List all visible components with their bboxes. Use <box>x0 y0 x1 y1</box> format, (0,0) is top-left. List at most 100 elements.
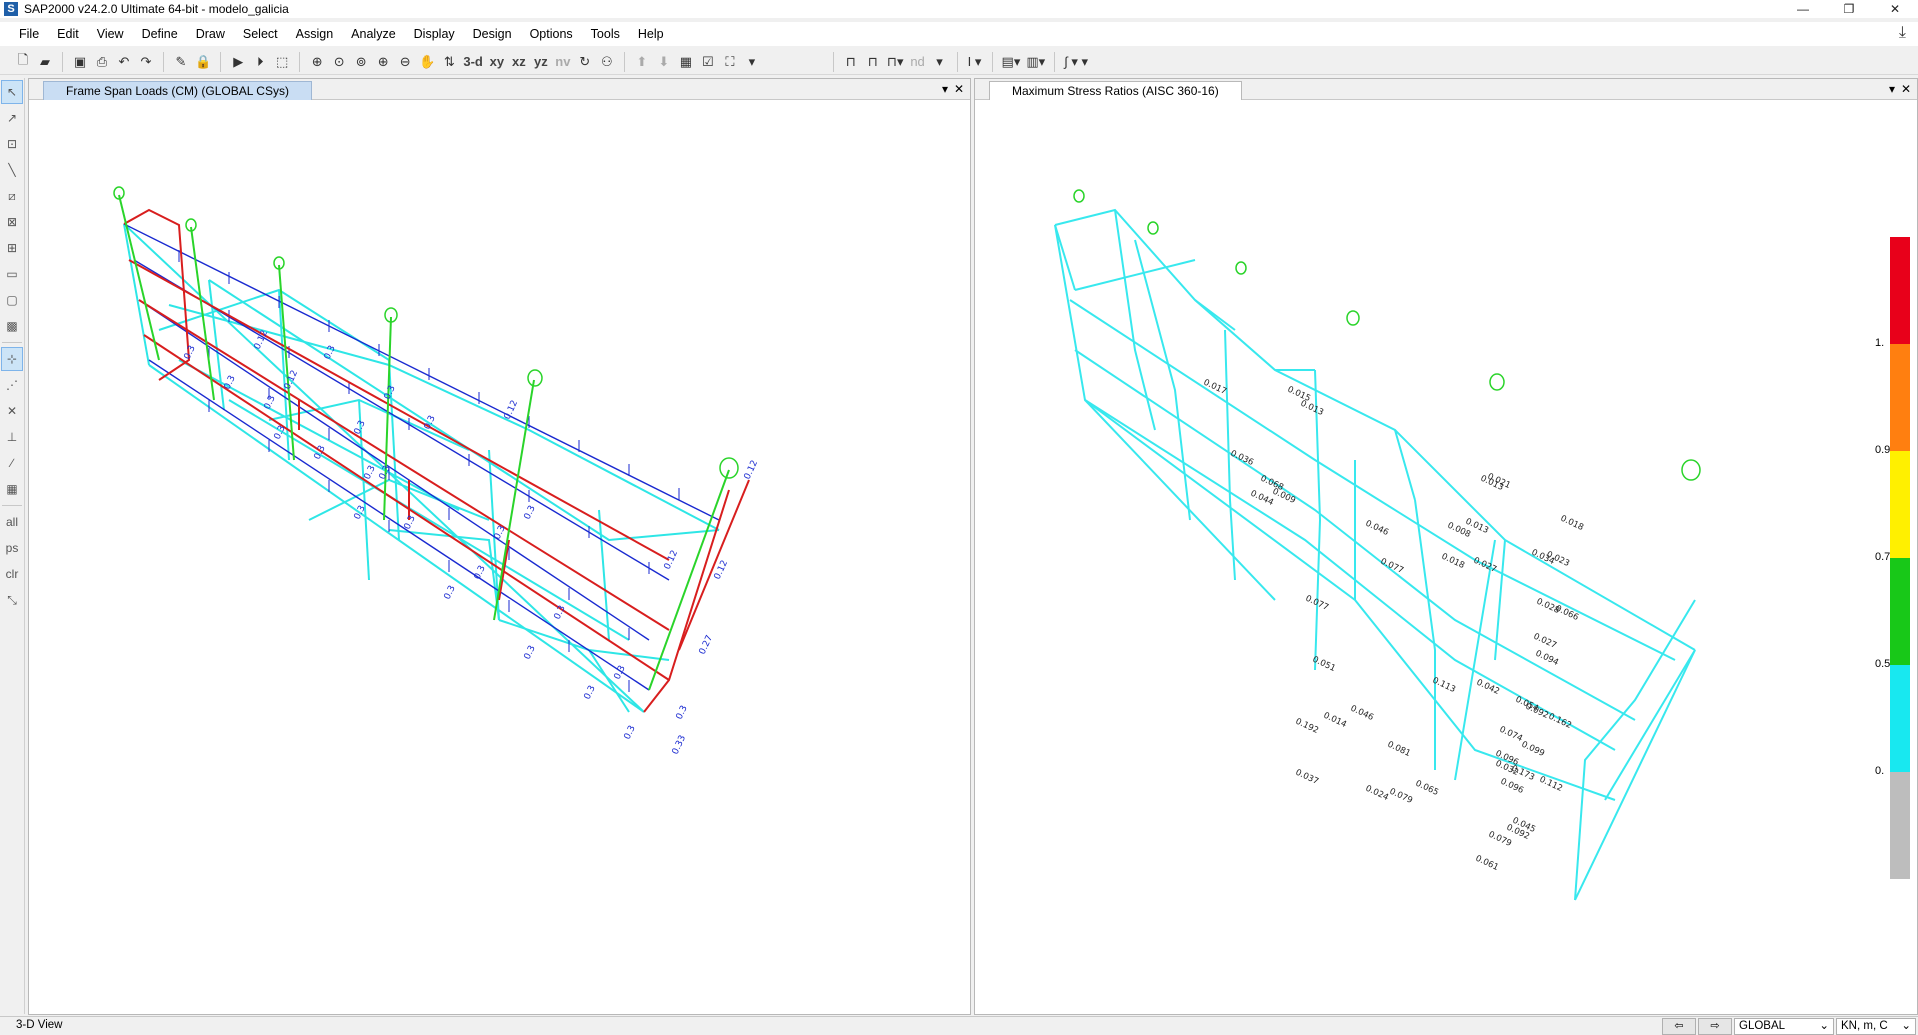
menu-display[interactable]: Display <box>405 23 464 45</box>
rotate-3d-icon[interactable]: ↻ <box>574 51 596 73</box>
draw-frame-icon[interactable]: ⊓ <box>840 51 862 73</box>
nd-dropdown-icon[interactable]: ▾ <box>929 51 951 73</box>
dropdown-arrow-icon[interactable]: ▾ <box>741 51 763 73</box>
zoom-rubber-band-icon[interactable]: ⊕ <box>306 51 328 73</box>
frame-span-loads-view[interactable]: 0.12 0.12 0.27 0.3 0.33 0.3 0.3 0.3 0.12 0.12 0.12… <box>29 100 970 1014</box>
view-xy-button[interactable]: xy <box>486 51 508 73</box>
select-all-icon[interactable]: all <box>1 510 23 534</box>
menu-options[interactable]: Options <box>521 23 582 45</box>
refresh-view-icon[interactable]: ⛶ <box>719 51 741 73</box>
zoom-window-icon[interactable]: ⬚ <box>271 51 293 73</box>
minimize-button[interactable]: — <box>1780 0 1826 18</box>
draw-area-icon[interactable]: ⧄ <box>1 184 23 208</box>
previous-select-icon[interactable]: ps <box>1 536 23 560</box>
snap-line-icon[interactable]: ∕ <box>1 451 23 475</box>
zoom-in-icon[interactable]: ⊕ <box>372 51 394 73</box>
snap-perpendicular-icon[interactable]: ⊥ <box>1 425 23 449</box>
stress-ratio-label: 0.099 <box>1520 740 1546 759</box>
right-pane-close-icon[interactable]: ✕ <box>1901 82 1911 96</box>
menu-define[interactable]: Define <box>133 23 187 45</box>
display-options-icon[interactable]: ▦ <box>675 51 697 73</box>
section-i-icon[interactable]: I ▾ <box>964 51 986 73</box>
view-yz-button[interactable]: yz <box>530 51 552 73</box>
right-pane-dropdown-icon[interactable]: ▾ <box>1889 82 1895 96</box>
draw-line-icon[interactable]: ╲ <box>1 158 23 182</box>
pencil-icon[interactable]: ✎ <box>170 51 192 73</box>
menu-select[interactable]: Select <box>234 23 287 45</box>
menu-file[interactable]: File <box>10 23 48 45</box>
table-icon[interactable]: ▤▾ <box>999 51 1024 73</box>
pan-icon[interactable]: ✋ <box>416 51 438 73</box>
zoom-previous-icon[interactable]: ⊚ <box>350 51 372 73</box>
close-window-button[interactable]: ✕ <box>1872 0 1918 18</box>
run-analysis-icon[interactable]: ▶ <box>227 51 249 73</box>
next-view-button[interactable]: ⇨ <box>1698 1017 1732 1035</box>
left-pane-close-icon[interactable]: ✕ <box>954 82 964 96</box>
pointer-icon[interactable]: ↖ <box>1 80 23 104</box>
undo-icon[interactable]: ↶ <box>113 51 135 73</box>
zoom-out-icon[interactable]: ⊖ <box>394 51 416 73</box>
draw-brace-icon[interactable]: ⊠ <box>1 210 23 234</box>
left-pane-dropdown-icon[interactable]: ▾ <box>942 82 948 96</box>
draw-poly-icon[interactable]: ▭ <box>1 262 23 286</box>
move-up-icon[interactable]: ⬆ <box>631 51 653 73</box>
deformed-shape-icon[interactable]: ∫ ▾ ▾ <box>1061 51 1091 73</box>
clear-select-icon[interactable]: clr <box>1 562 23 586</box>
check-icon[interactable]: ☑ <box>697 51 719 73</box>
reshape-icon[interactable]: ↗ <box>1 106 23 130</box>
view-3d-button[interactable]: 3-d <box>460 51 486 73</box>
menu-design[interactable]: Design <box>464 23 521 45</box>
menu-view[interactable]: View <box>88 23 133 45</box>
menu-edit[interactable]: Edit <box>48 23 88 45</box>
menu-assign[interactable]: Assign <box>287 23 343 45</box>
draw-beam-icon[interactable]: ⊓▾ <box>884 51 907 73</box>
stress-ratio-label: 0.074 <box>1498 725 1524 744</box>
snap-end-icon[interactable]: ⋰ <box>1 373 23 397</box>
menu-help[interactable]: Help <box>629 23 673 45</box>
perspective-icon[interactable]: ⚇ <box>596 51 618 73</box>
stress-ratio-label: 0.079 <box>1388 787 1414 806</box>
snap-intersection-icon[interactable]: ✕ <box>1 399 23 423</box>
menu-bar: File Edit View Define Draw Select Assign… <box>0 22 1918 46</box>
pointer-pan-icon[interactable]: ⇅ <box>438 51 460 73</box>
load-value-label: 0.3 <box>363 464 378 481</box>
download-icon[interactable]: ⤓ <box>1899 24 1906 42</box>
coord-system-select[interactable]: GLOBAL ⌄ <box>1734 1017 1834 1035</box>
snap-joint-icon[interactable]: ⊹ <box>1 347 23 371</box>
prev-view-button[interactable]: ⇦ <box>1662 1017 1696 1035</box>
draw-frame-2-icon[interactable]: ⊓ <box>862 51 884 73</box>
right-pane-title[interactable]: Maximum Stress Ratios (AISC 360-16) <box>989 81 1242 100</box>
redo-icon[interactable]: ↷ <box>135 51 157 73</box>
print-icon[interactable]: ⎙ <box>91 51 113 73</box>
menu-tools[interactable]: Tools <box>582 23 629 45</box>
left-pane-title[interactable]: Frame Span Loads (CM) (GLOBAL CSys) <box>43 81 312 100</box>
menu-draw[interactable]: Draw <box>187 23 234 45</box>
draw-solid-icon[interactable]: ▩ <box>1 314 23 338</box>
load-value-label: 0.3 <box>675 704 690 721</box>
view-xz-button[interactable]: xz <box>508 51 530 73</box>
draw-grid-icon[interactable]: ⊞ <box>1 236 23 260</box>
load-value-label: 0.3 <box>383 384 398 401</box>
open-file-icon[interactable]: ▰ <box>34 51 56 73</box>
grid-icon[interactable]: ▥▾ <box>1023 51 1048 73</box>
menu-analyze[interactable]: Analyze <box>342 23 404 45</box>
new-file-icon[interactable]: 🗋 <box>12 51 34 73</box>
legend-segment-red <box>1890 237 1910 344</box>
nd-button[interactable]: nd <box>907 51 929 73</box>
load-value-label: 0.27 <box>698 634 716 656</box>
zoom-restore-icon[interactable]: ⊙ <box>328 51 350 73</box>
view-nv-button[interactable]: nv <box>552 51 574 73</box>
draw-joint-icon[interactable]: ⊡ <box>1 132 23 156</box>
run-now-icon[interactable]: ⏵ <box>249 51 271 73</box>
units-select[interactable]: KN, m, C ⌄ <box>1836 1017 1916 1035</box>
snap-grid-icon[interactable]: ▦ <box>1 477 23 501</box>
draw-rect-icon[interactable]: ▢ <box>1 288 23 312</box>
save-icon[interactable]: ▣ <box>69 51 91 73</box>
lock-icon[interactable]: 🔒 <box>192 51 214 73</box>
stress-ratio-view[interactable]: 0.066 0.094 0.092 0.096 0.077 0.046 0.068 0.036… <box>975 100 1917 1014</box>
move-down-icon[interactable]: ⬇ <box>653 51 675 73</box>
stress-ratio-label: 0.096 <box>1499 777 1525 796</box>
intersect-select-icon[interactable]: ⤡ <box>1 588 23 612</box>
load-value-label: 0.3 <box>493 524 508 541</box>
maximize-button[interactable]: ❐ <box>1826 0 1872 18</box>
